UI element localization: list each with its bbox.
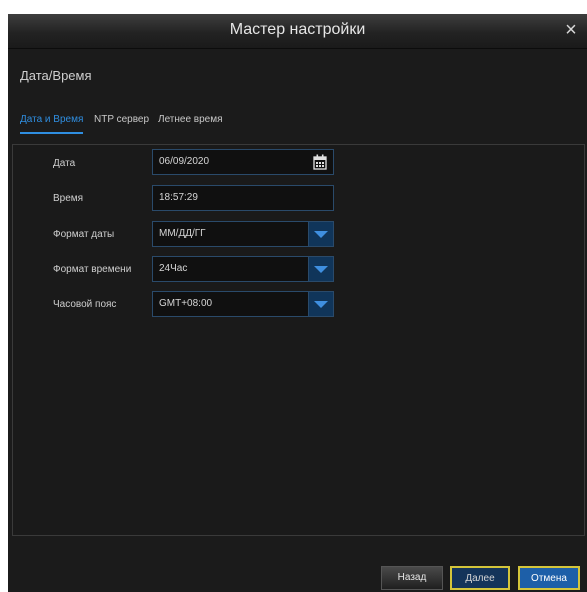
chevron-down-icon[interactable] <box>308 292 333 316</box>
tab-bar: Дата и Время NTP сервер Летнее время <box>8 112 587 136</box>
section-title: Дата/Время <box>20 68 92 83</box>
calendar-icon[interactable] <box>313 154 327 170</box>
cancel-button[interactable]: Отмена <box>518 566 580 590</box>
date-format-select[interactable]: ММ/ДД/ГГ <box>152 221 334 247</box>
timezone-value: GMT+08:00 <box>159 298 213 309</box>
next-button[interactable]: Далее <box>450 566 510 590</box>
time-format-value: 24Час <box>159 263 188 274</box>
title-bar: Мастер настройки × <box>8 14 587 49</box>
back-button[interactable]: Назад <box>381 566 443 590</box>
date-field[interactable]: 06/09/2020 <box>152 149 334 175</box>
time-label: Время <box>53 193 84 204</box>
close-icon[interactable]: × <box>559 17 583 43</box>
chevron-down-icon[interactable] <box>308 257 333 281</box>
date-format-value: ММ/ДД/ГГ <box>159 228 206 239</box>
time-value: 18:57:29 <box>159 192 198 203</box>
tab-date-time[interactable]: Дата и Время <box>20 112 84 136</box>
date-format-label: Формат даты <box>53 229 115 240</box>
date-label: Дата <box>53 158 76 169</box>
settings-panel: Дата 06/09/2020 Время 18:57:29 Формат да… <box>12 144 585 536</box>
tab-daylight-saving[interactable]: Летнее время <box>158 112 223 136</box>
time-format-select[interactable]: 24Час <box>152 256 334 282</box>
timezone-label: Часовой пояс <box>53 299 117 310</box>
timezone-select[interactable]: GMT+08:00 <box>152 291 334 317</box>
chevron-down-icon[interactable] <box>308 222 333 246</box>
tab-ntp-server[interactable]: NTP сервер <box>94 112 149 136</box>
time-field[interactable]: 18:57:29 <box>152 185 334 211</box>
setup-wizard-window: Мастер настройки × Дата/Время Дата и Вре… <box>8 14 587 592</box>
window-title: Мастер настройки <box>229 21 366 38</box>
date-value: 06/09/2020 <box>159 156 210 167</box>
time-format-label: Формат времени <box>53 264 132 275</box>
